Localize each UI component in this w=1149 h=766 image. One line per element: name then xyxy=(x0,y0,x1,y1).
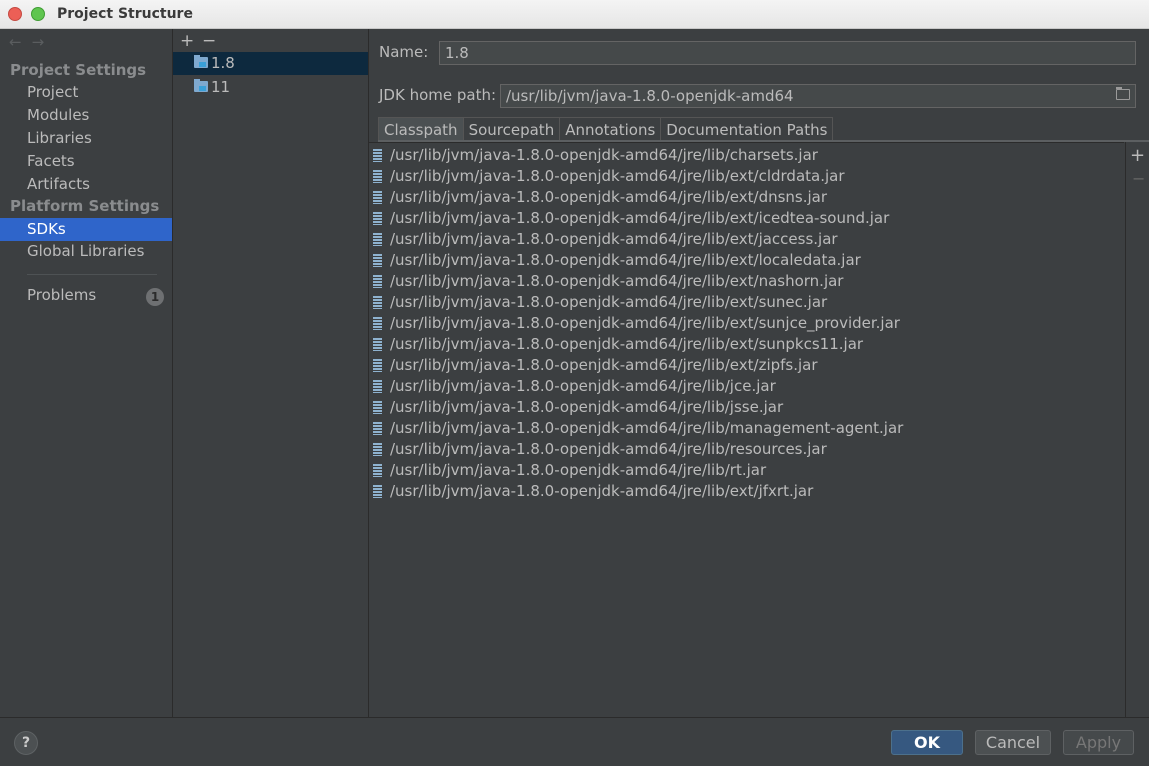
ok-button[interactable]: OK xyxy=(891,730,963,755)
jar-icon xyxy=(373,149,382,162)
remove-sdk-button[interactable]: − xyxy=(202,31,224,51)
list-item[interactable]: /usr/lib/jvm/java-1.8.0-openjdk-amd64/jr… xyxy=(373,145,818,166)
sdk-item-1-8[interactable]: 1.8 xyxy=(173,52,368,75)
problems-count-badge: 1 xyxy=(146,288,164,306)
tab-classpath[interactable]: Classpath xyxy=(378,117,464,141)
nav-arrows: ←→ xyxy=(9,33,54,51)
sidebar-item-global-libraries[interactable]: Global Libraries xyxy=(27,242,144,260)
jar-icon xyxy=(373,191,382,204)
back-arrow-icon[interactable]: ← xyxy=(9,33,32,51)
list-item[interactable]: /usr/lib/jvm/java-1.8.0-openjdk-amd64/jr… xyxy=(373,166,845,187)
list-item[interactable]: /usr/lib/jvm/java-1.8.0-openjdk-amd64/jr… xyxy=(373,313,900,334)
jar-icon xyxy=(373,359,382,372)
sidebar-item-modules[interactable]: Modules xyxy=(27,106,89,124)
sidebar-item-sdks[interactable]: SDKs xyxy=(0,218,172,241)
sdk-list-panel: + − 1.8 11 xyxy=(173,29,369,717)
list-item[interactable]: /usr/lib/jvm/java-1.8.0-openjdk-amd64/jr… xyxy=(373,334,863,355)
close-icon[interactable] xyxy=(8,7,22,21)
dialog-footer: ? OK Cancel Apply xyxy=(0,717,1149,766)
list-item[interactable]: /usr/lib/jvm/java-1.8.0-openjdk-amd64/jr… xyxy=(373,481,813,502)
jdk-home-value: /usr/lib/jvm/java-1.8.0-openjdk-amd64 xyxy=(506,87,794,105)
sidebar-item-project[interactable]: Project xyxy=(27,83,78,101)
sdk-toolbar: + − xyxy=(180,31,224,51)
tab-annotations[interactable]: Annotations xyxy=(559,117,662,141)
sidebar-divider xyxy=(27,274,157,275)
list-item[interactable]: /usr/lib/jvm/java-1.8.0-openjdk-amd64/jr… xyxy=(373,208,889,229)
list-item[interactable]: /usr/lib/jvm/java-1.8.0-openjdk-amd64/jr… xyxy=(373,229,838,250)
forward-arrow-icon[interactable]: → xyxy=(32,33,55,51)
project-settings-header: Project Settings xyxy=(10,61,147,79)
jdk-home-field[interactable]: /usr/lib/jvm/java-1.8.0-openjdk-amd64 xyxy=(500,84,1136,108)
jar-icon xyxy=(373,401,382,414)
jar-icon xyxy=(373,254,382,267)
title-bar: Project Structure xyxy=(0,0,1149,29)
add-sdk-button[interactable]: + xyxy=(180,31,202,51)
jar-icon xyxy=(373,443,382,456)
settings-sidebar: ←→ Project Settings Project Modules Libr… xyxy=(0,29,173,717)
window-title: Project Structure xyxy=(57,6,193,22)
apply-button[interactable]: Apply xyxy=(1063,730,1134,755)
list-side-toolbar: + − xyxy=(1125,142,1149,717)
list-item[interactable]: /usr/lib/jvm/java-1.8.0-openjdk-amd64/jr… xyxy=(373,355,818,376)
jar-icon xyxy=(373,422,382,435)
name-field[interactable]: 1.8 xyxy=(439,41,1136,65)
jar-icon xyxy=(373,317,382,330)
jar-icon xyxy=(373,170,382,183)
help-icon[interactable]: ? xyxy=(14,731,38,755)
sidebar-item-problems[interactable]: Problems xyxy=(27,286,96,304)
tab-bar: Classpath Sourcepath Annotations Documen… xyxy=(378,117,834,141)
sdk-item-label: 11 xyxy=(211,78,231,96)
platform-settings-header: Platform Settings xyxy=(10,197,160,215)
add-path-button[interactable]: + xyxy=(1130,145,1145,166)
browse-folder-icon[interactable] xyxy=(1116,87,1130,100)
jar-icon xyxy=(373,464,382,477)
maximize-icon[interactable] xyxy=(31,7,45,21)
sdk-details-panel: Name: 1.8 JDK home path: /usr/lib/jvm/ja… xyxy=(369,29,1149,717)
jar-icon xyxy=(373,296,382,309)
jar-icon xyxy=(373,485,382,498)
jar-icon xyxy=(373,338,382,351)
folder-icon xyxy=(194,79,208,92)
list-item[interactable]: /usr/lib/jvm/java-1.8.0-openjdk-amd64/jr… xyxy=(373,187,827,208)
tab-sourcepath[interactable]: Sourcepath xyxy=(462,117,561,141)
jar-icon xyxy=(373,233,382,246)
list-item[interactable]: /usr/lib/jvm/java-1.8.0-openjdk-amd64/jr… xyxy=(373,292,827,313)
sdk-item-11[interactable]: 11 xyxy=(173,76,368,99)
list-item[interactable]: /usr/lib/jvm/java-1.8.0-openjdk-amd64/jr… xyxy=(373,439,827,460)
list-item[interactable]: /usr/lib/jvm/java-1.8.0-openjdk-amd64/jr… xyxy=(373,250,861,271)
jar-icon xyxy=(373,275,382,288)
tab-documentation-paths[interactable]: Documentation Paths xyxy=(660,117,834,141)
jar-icon xyxy=(373,212,382,225)
list-item[interactable]: /usr/lib/jvm/java-1.8.0-openjdk-amd64/jr… xyxy=(373,376,776,397)
jar-icon xyxy=(373,380,382,393)
list-item[interactable]: /usr/lib/jvm/java-1.8.0-openjdk-amd64/jr… xyxy=(373,460,766,481)
classpath-list[interactable]: /usr/lib/jvm/java-1.8.0-openjdk-amd64/jr… xyxy=(369,142,1124,718)
list-item[interactable]: /usr/lib/jvm/java-1.8.0-openjdk-amd64/jr… xyxy=(373,271,843,292)
folder-icon xyxy=(194,55,208,68)
sdk-item-label: 1.8 xyxy=(211,54,235,72)
list-item[interactable]: /usr/lib/jvm/java-1.8.0-openjdk-amd64/jr… xyxy=(373,418,903,439)
jdk-home-label: JDK home path: xyxy=(379,86,497,104)
sidebar-item-artifacts[interactable]: Artifacts xyxy=(27,175,90,193)
sidebar-item-libraries[interactable]: Libraries xyxy=(27,129,92,147)
cancel-button[interactable]: Cancel xyxy=(975,730,1051,755)
remove-path-button[interactable]: − xyxy=(1132,169,1145,188)
list-item[interactable]: /usr/lib/jvm/java-1.8.0-openjdk-amd64/jr… xyxy=(373,397,783,418)
name-label: Name: xyxy=(379,43,429,61)
sidebar-item-facets[interactable]: Facets xyxy=(27,152,75,170)
